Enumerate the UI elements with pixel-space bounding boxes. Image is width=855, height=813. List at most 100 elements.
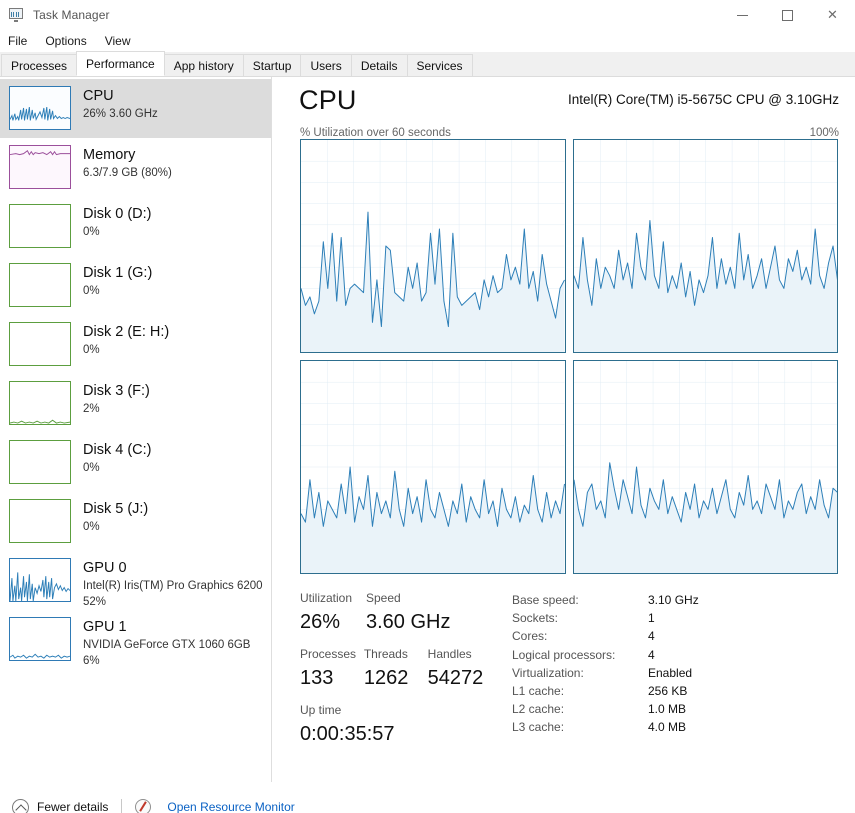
sidebar-item-title: Disk 5 (J:) [83, 501, 149, 517]
tab-processes[interactable]: Processes [1, 54, 78, 76]
performance-detail-panel: CPU Intel(R) Core(TM) i5-5675C CPU @ 3.1… [272, 77, 855, 782]
cpu-statistics: Utilization 26% Speed 3.60 GHz Processes… [300, 589, 840, 759]
tab-app-history[interactable]: App history [163, 54, 244, 76]
spec-key: L1 cache: [512, 684, 565, 699]
stat-speed: Speed 3.60 GHz [366, 589, 486, 637]
cpu-core-graph-2 [300, 360, 566, 574]
resource-monitor-icon [135, 799, 152, 813]
sidebar-item-cpu[interactable]: CPU 26% 3.60 GHz [0, 79, 271, 138]
sidebar-item-title: Disk 3 (F:) [83, 383, 150, 399]
sidebar-item-gpu-0[interactable]: GPU 0 Intel(R) Iris(TM) Pro Graphics 620… [0, 551, 271, 610]
stat-label: Up time [300, 703, 342, 717]
tab-services[interactable]: Services [406, 54, 473, 76]
sidebar-item-sub: 0% [83, 521, 100, 533]
sidebar-item-title: GPU 1 [83, 619, 127, 635]
sidebar-item-disk-1[interactable]: Disk 1 (G:) 0% [0, 256, 271, 315]
page-title: CPU [299, 85, 357, 115]
disk-thumbnail-graph [9, 263, 71, 307]
disk-thumbnail-graph [9, 204, 71, 248]
window-controls: ✕ [720, 0, 855, 30]
open-resource-monitor-label: Open Resource Monitor [167, 800, 295, 813]
menu-item-file[interactable]: File [8, 34, 27, 48]
resource-sidebar: CPU 26% 3.60 GHz Memory 6.3/7.9 GB (80%)… [0, 77, 272, 782]
spec-value: 256 KB [648, 684, 688, 699]
stat-value: 54272 [427, 667, 484, 689]
maximize-button[interactable] [765, 0, 810, 30]
cpu-core-graph-grid [300, 139, 838, 574]
sidebar-item-title: CPU [83, 88, 114, 104]
spec-value: 1 [648, 611, 655, 626]
tab-users[interactable]: Users [300, 54, 352, 76]
tab-details[interactable]: Details [350, 54, 408, 76]
sidebar-item-gpu-1[interactable]: GPU 1 NVIDIA GeForce GTX 1060 6GB 6% [0, 610, 271, 669]
spec-key: Cores: [512, 629, 548, 644]
menu-item-view[interactable]: View [105, 34, 131, 48]
spec-value: Enabled [648, 665, 693, 680]
stat-value: 1262 [363, 667, 409, 689]
sidebar-item-sub: NVIDIA GeForce GTX 1060 6GB [83, 639, 251, 651]
spec-value: 3.10 GHz [648, 593, 699, 607]
cpu-model-label: Intel(R) Core(TM) i5-5675C CPU @ 3.10GHz [567, 92, 839, 107]
spec-key: L3 cache: [512, 720, 565, 735]
menu-bar: File Options View [0, 30, 855, 52]
sidebar-item-title: Disk 2 (E: H:) [83, 324, 170, 340]
disk-thumbnail-graph [9, 499, 71, 543]
sidebar-item-sub: 0% [83, 285, 100, 297]
sidebar-item-sub: Intel(R) Iris(TM) Pro Graphics 6200 [83, 580, 263, 592]
stat-processes: Processes 133 [300, 645, 364, 693]
stat-label: Processes [300, 647, 357, 661]
disk-thumbnail-graph [9, 440, 71, 484]
sidebar-item-disk-0[interactable]: Disk 0 (D:) 0% [0, 197, 271, 256]
memory-thumbnail-graph [9, 145, 71, 189]
minimize-button[interactable] [720, 0, 765, 30]
stat-label: Threads [363, 647, 408, 661]
sidebar-item-memory[interactable]: Memory 6.3/7.9 GB (80%) [0, 138, 271, 197]
sidebar-item-sub: 6.3/7.9 GB (80%) [83, 167, 172, 179]
cpu-core-graph-1 [572, 139, 838, 353]
spec-value: 4 [648, 629, 655, 644]
sidebar-item-title: Disk 4 (C:) [83, 442, 152, 458]
open-resource-monitor-button[interactable]: Open Resource Monitor [135, 799, 295, 813]
stat-value: 26% [300, 611, 341, 633]
content-area: CPU 26% 3.60 GHz Memory 6.3/7.9 GB (80%)… [0, 77, 855, 782]
status-bar: Fewer details Open Resource Monitor [0, 782, 855, 813]
tab-startup[interactable]: Startup [242, 54, 302, 76]
stat-utilization: Utilization 26% [300, 589, 366, 637]
sidebar-item-title: Disk 1 (G:) [83, 265, 153, 281]
sidebar-item-disk-2[interactable]: Disk 2 (E: H:) 0% [0, 315, 271, 374]
spec-value: 1.0 MB [648, 702, 687, 717]
gpu-thumbnail-graph [9, 617, 71, 661]
window-title: Task Manager [33, 8, 110, 22]
sidebar-item-disk-4[interactable]: Disk 4 (C:) 0% [0, 433, 271, 492]
disk-thumbnail-graph [9, 381, 71, 425]
panel-header: CPU Intel(R) Core(TM) i5-5675C CPU @ 3.1… [272, 77, 855, 127]
stat-uptime: Up time 0:00:35:57 [300, 701, 500, 749]
cpu-thumbnail-graph [9, 86, 71, 130]
stat-label: Speed [366, 591, 401, 605]
fewer-details-label: Fewer details [37, 800, 109, 813]
stat-value: 0:00:35:57 [300, 723, 395, 745]
cpu-core-graph-0 [300, 139, 566, 353]
menu-item-options[interactable]: Options [45, 34, 86, 48]
stat-value: 133 [300, 667, 334, 689]
sidebar-item-disk-3[interactable]: Disk 3 (F:) 2% [0, 374, 271, 433]
gpu-thumbnail-graph [9, 558, 71, 602]
cpu-stats-left: Utilization 26% Speed 3.60 GHz Processes… [300, 589, 505, 749]
sidebar-item-sub2: 52% [83, 596, 107, 608]
sidebar-item-sub: 0% [83, 344, 100, 356]
task-manager-icon [9, 7, 25, 23]
spec-key: Logical processors: [512, 647, 616, 662]
sidebar-item-disk-5[interactable]: Disk 5 (J:) 0% [0, 492, 271, 551]
fewer-details-button[interactable]: Fewer details [12, 798, 109, 813]
tab-performance[interactable]: Performance [76, 51, 165, 76]
sidebar-item-sub: 0% [83, 462, 100, 474]
close-button[interactable]: ✕ [810, 0, 855, 30]
spec-value: 4.0 MB [648, 720, 687, 735]
sidebar-item-sub: 2% [83, 403, 100, 415]
axis-label-max: 100% [809, 127, 839, 139]
chevron-up-icon [12, 798, 29, 813]
sidebar-item-sub2: 6% [83, 655, 100, 667]
spec-value: 4 [648, 647, 655, 662]
spec-key: Virtualization: [512, 665, 584, 680]
sidebar-item-title: Memory [83, 147, 136, 163]
